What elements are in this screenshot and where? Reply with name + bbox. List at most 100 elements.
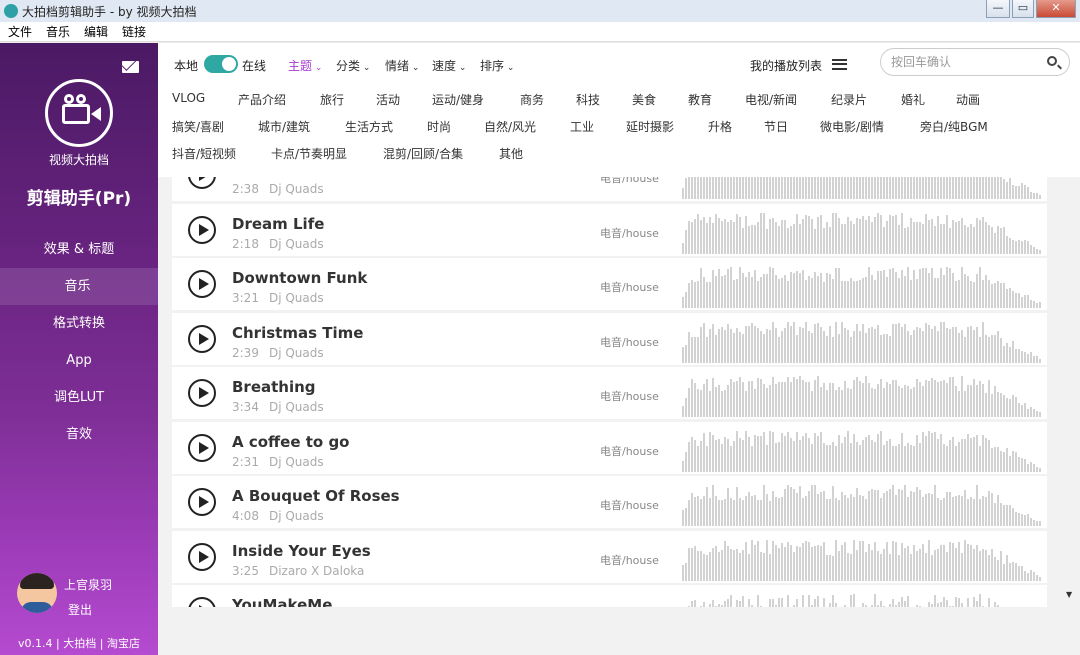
category-tag[interactable]: 纪录片: [831, 91, 867, 108]
waveform[interactable]: [682, 369, 1044, 417]
sidebar-item-effects-titles[interactable]: 效果 & 标题: [0, 231, 158, 268]
search-input[interactable]: [891, 53, 1041, 71]
waveform-bar: [961, 439, 963, 472]
category-tag[interactable]: 其他: [499, 145, 523, 162]
song-row[interactable]: YouMakeMe: [172, 585, 1047, 607]
category-tag[interactable]: 产品介绍: [238, 91, 286, 108]
sidebar-item-app[interactable]: App: [0, 342, 158, 379]
category-tag[interactable]: 教育: [688, 91, 712, 108]
play-icon[interactable]: [188, 434, 216, 462]
minimize-button[interactable]: —: [986, 0, 1010, 18]
mail-icon[interactable]: [122, 61, 139, 73]
waveform[interactable]: [682, 533, 1044, 581]
category-tag[interactable]: 抖音/短视频: [172, 145, 236, 162]
playlist-icon[interactable]: [832, 59, 847, 70]
local-online-toggle[interactable]: [204, 55, 238, 73]
filter-theme[interactable]: 主题 ⌄: [288, 57, 322, 74]
category-tag[interactable]: 美食: [632, 91, 656, 108]
waveform[interactable]: [682, 206, 1044, 254]
category-tag[interactable]: 婚礼: [901, 91, 925, 108]
song-row[interactable]: 2:38 Dj Quads 电音/house: [172, 177, 1047, 201]
waveform[interactable]: [682, 587, 1044, 607]
category-tag[interactable]: 微电影/剧情: [820, 118, 884, 135]
search-box[interactable]: [880, 48, 1070, 76]
category-tag[interactable]: 旁白/纯BGM: [920, 118, 988, 135]
song-row[interactable]: A coffee to go 2:31 Dj Quads 电音/house: [172, 422, 1047, 474]
waveform[interactable]: [682, 260, 1044, 308]
category-tag[interactable]: 旅行: [320, 91, 344, 108]
song-row[interactable]: Christmas Time 2:39 Dj Quads 电音/house: [172, 313, 1047, 365]
category-tag[interactable]: VLOG: [172, 91, 205, 105]
category-tag[interactable]: 活动: [376, 91, 400, 108]
category-tag[interactable]: 节日: [764, 118, 788, 135]
maximize-button[interactable]: ▭: [1012, 0, 1034, 18]
category-tag[interactable]: 升格: [708, 118, 732, 135]
filter-speed[interactable]: 速度 ⌄: [432, 57, 466, 74]
waveform-bar: [946, 328, 948, 363]
waveform[interactable]: [682, 177, 1044, 199]
play-icon[interactable]: [188, 543, 216, 571]
playlist-link[interactable]: 我的播放列表: [750, 57, 822, 74]
waveform-bar: [934, 432, 936, 472]
menu-links[interactable]: 链接: [122, 23, 146, 40]
song-row[interactable]: Downtown Funk 3:21 Dj Quads 电音/house: [172, 258, 1047, 310]
waveform[interactable]: [682, 315, 1044, 363]
search-icon[interactable]: [1047, 56, 1057, 66]
waveform-bar: [721, 391, 723, 417]
menu-file[interactable]: 文件: [8, 23, 32, 40]
sidebar-item-format-convert[interactable]: 格式转换: [0, 305, 158, 342]
waveform-bar: [907, 497, 909, 526]
song-row[interactable]: Inside Your Eyes 3:25 Dizaro X Daloka 电音/ho…: [172, 531, 1047, 583]
song-row[interactable]: Breathing 3:34 Dj Quads 电音/house: [172, 367, 1047, 419]
category-tag[interactable]: 工业: [570, 118, 594, 135]
filter-sort[interactable]: 排序 ⌄: [480, 57, 514, 74]
category-tag[interactable]: 电视/新闻: [745, 91, 797, 108]
category-tag[interactable]: 卡点/节奏明显: [271, 145, 347, 162]
category-tag[interactable]: 自然/风光: [484, 118, 536, 135]
play-icon[interactable]: [188, 488, 216, 516]
menu-edit[interactable]: 编辑: [84, 23, 108, 40]
app-name: 剪辑助手(Pr): [26, 189, 132, 209]
waveform[interactable]: [682, 424, 1044, 472]
waveform-bar: [832, 442, 834, 472]
song-duration: 4:08: [232, 509, 259, 523]
play-icon[interactable]: [188, 177, 216, 189]
play-icon[interactable]: [188, 270, 216, 298]
category-tag[interactable]: 混剪/回顾/合集: [383, 145, 463, 162]
song-row[interactable]: Dream Life 2:18 Dj Quads 电音/house: [172, 204, 1047, 256]
category-tag[interactable]: 时尚: [427, 118, 451, 135]
filter-category[interactable]: 分类 ⌄: [336, 57, 370, 74]
song-row[interactable]: A Bouquet Of Roses 4:08 Dj Quads 电音/house: [172, 476, 1047, 528]
close-button[interactable]: ✕: [1036, 0, 1076, 18]
category-tag[interactable]: 搞笑/喜剧: [172, 118, 224, 135]
waveform-bar: [790, 487, 792, 526]
category-tag[interactable]: 商务: [520, 91, 544, 108]
waveform-bar: [865, 499, 867, 526]
play-icon[interactable]: [188, 325, 216, 353]
filter-mood[interactable]: 情绪 ⌄: [385, 57, 419, 74]
category-tag[interactable]: 动画: [956, 91, 980, 108]
waveform-bar: [895, 215, 897, 254]
sidebar-item-music[interactable]: 音乐: [0, 268, 158, 305]
footer-links[interactable]: v0.1.4 | 大拍档 | 淘宝店: [0, 635, 158, 651]
play-icon[interactable]: [188, 379, 216, 407]
sidebar-item-sound-effects[interactable]: 音效: [0, 416, 158, 453]
category-tag[interactable]: 运动/健身: [432, 91, 484, 108]
sidebar-item-lut[interactable]: 调色LUT: [0, 379, 158, 416]
waveform[interactable]: [682, 478, 1044, 526]
waveform-bar: [943, 545, 945, 581]
category-tag[interactable]: 科技: [576, 91, 600, 108]
waveform-bar: [886, 441, 888, 472]
play-icon[interactable]: [188, 597, 216, 607]
waveform-bar: [901, 490, 903, 526]
avatar[interactable]: [17, 573, 57, 613]
category-tag[interactable]: 延时摄影: [626, 118, 674, 135]
logout-link[interactable]: 登出: [68, 601, 92, 618]
play-icon[interactable]: [188, 216, 216, 244]
scroll-down-icon[interactable]: ▼: [1066, 590, 1072, 599]
category-tag[interactable]: 城市/建筑: [258, 118, 310, 135]
waveform-bar: [757, 281, 759, 308]
waveform-bar: [907, 443, 909, 472]
menu-music[interactable]: 音乐: [46, 23, 70, 40]
category-tag[interactable]: 生活方式: [345, 118, 393, 135]
